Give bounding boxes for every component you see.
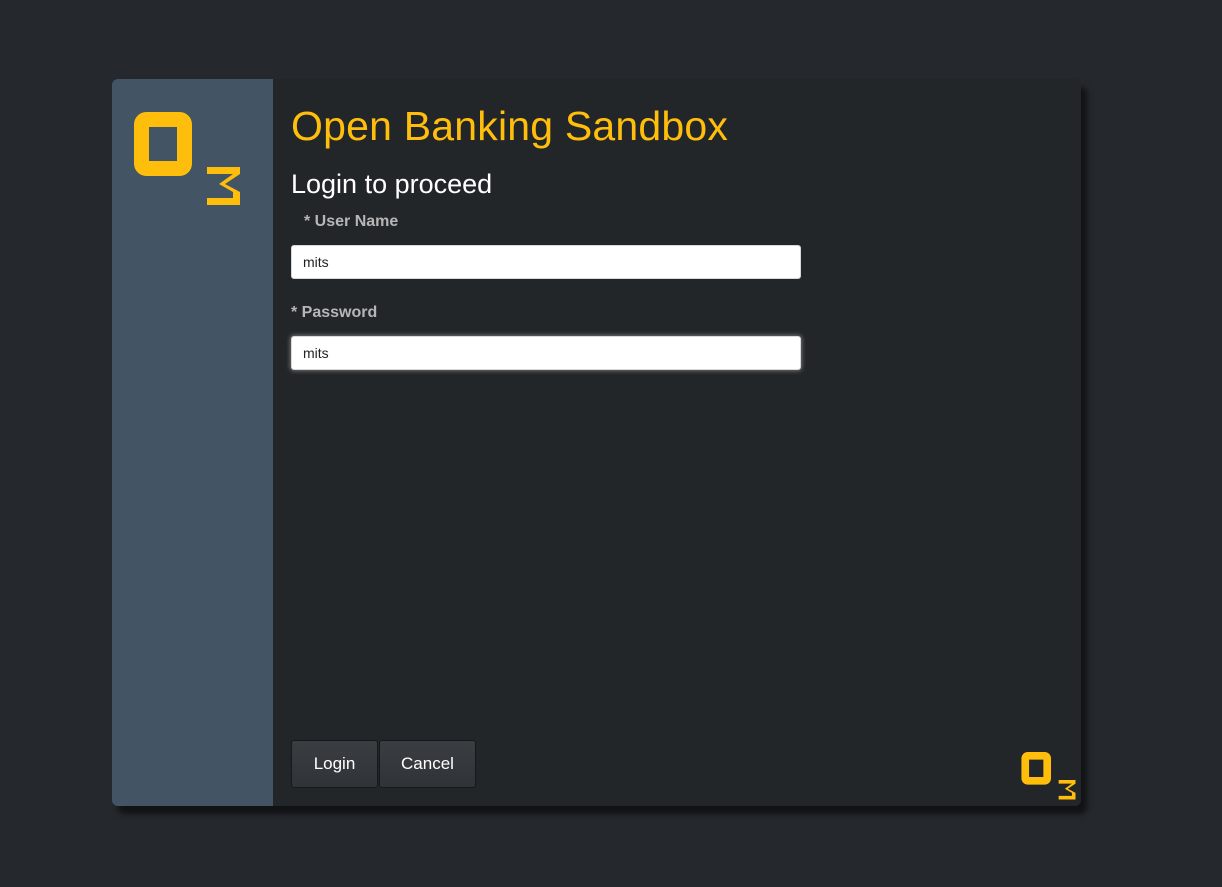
page-subtitle: Login to proceed bbox=[291, 169, 493, 199]
main-panel: Open Banking Sandbox Login to proceed * … bbox=[291, 79, 1081, 806]
page-title: Open Banking Sandbox bbox=[291, 103, 729, 149]
login-card: Open Banking Sandbox Login to proceed * … bbox=[112, 79, 1081, 806]
username-input[interactable] bbox=[291, 245, 801, 279]
sidebar bbox=[112, 79, 273, 806]
password-input[interactable] bbox=[291, 336, 801, 370]
username-label: * User Name bbox=[304, 213, 399, 230]
password-label: * Password bbox=[291, 304, 378, 321]
o3-logo-icon bbox=[134, 112, 240, 205]
login-button[interactable]: Login bbox=[291, 740, 378, 788]
cancel-button[interactable]: Cancel bbox=[379, 740, 476, 788]
o3-logo-small-icon bbox=[1021, 752, 1076, 800]
